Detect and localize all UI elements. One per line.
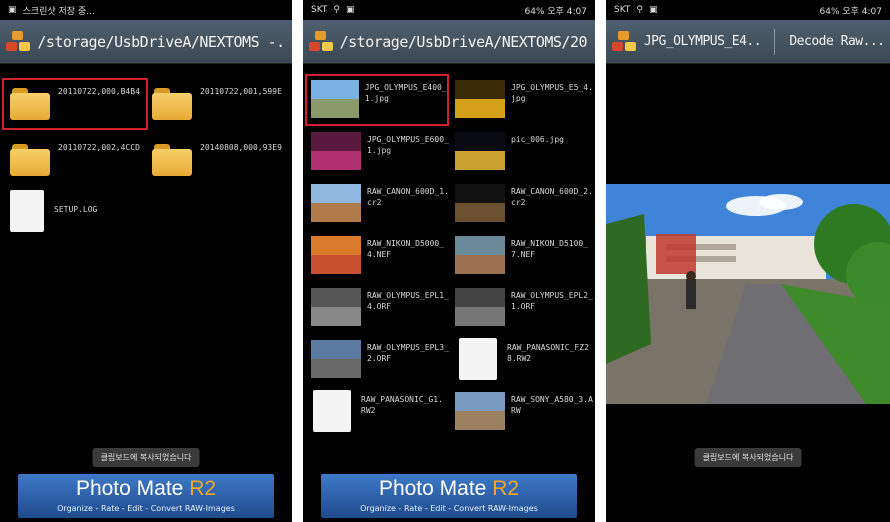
app-logo-icon[interactable] (6, 30, 30, 54)
app-bar: /storage/UsbDriveA/NEXTOMS/20.. (303, 20, 595, 64)
phone-screen-folders: ▣ 스크린샷 저장 중... /storage/UsbDriveA/NEXTOM… (0, 0, 292, 522)
grid-item-image[interactable]: RAW_OLYMPUS_EPL1_4.ORF (307, 284, 453, 332)
grid-item-folder[interactable]: 20110722,002,4CCD (4, 136, 150, 184)
image-thumbnail (455, 132, 505, 170)
status-right: 64% 오후 4:07 (819, 6, 883, 17)
document-icon (459, 338, 497, 380)
grid-item-image[interactable]: RAW_CANON_600D_2.cr2 (451, 180, 595, 228)
phone-screen-images: SKT ⚲ ▣ 64% 오후 4:07 /storage/UsbDriveA/N… (303, 0, 595, 522)
item-label: 20140808,000,93E9 (200, 143, 282, 152)
grid-item-image[interactable]: pic_006.jpg (451, 128, 595, 176)
ad-banner[interactable]: Photo Mate R2 Organize - Rate - Edit - C… (18, 474, 274, 518)
phone-screen-viewer: SKT ⚲ ▣ 64% 오후 4:07 JPG_OLYMPUS_E4.. Dec… (606, 0, 890, 522)
clipboard-toast: 클립보드에 복사되었습니다 (694, 448, 802, 467)
item-label: RAW_CANON_600D_1.cr2 (367, 187, 449, 207)
item-label: RAW_CANON_600D_2.cr2 (511, 187, 593, 207)
item-label: pic_006.jpg (511, 135, 564, 144)
item-label: RAW_OLYMPUS_EPL2_1.ORF (511, 291, 593, 311)
item-label: RAW_OLYMPUS_EPL1_4.ORF (367, 291, 449, 311)
banner-r2: R2 (189, 477, 217, 500)
grid-item-folder[interactable]: 20110722,000,B4B4 (2, 78, 148, 130)
grid-item-image[interactable]: RAW_SONY_A580_3.ARW (451, 388, 595, 436)
grid-item-image[interactable]: RAW_CANON_600D_1.cr2 (307, 180, 453, 228)
banner-subtitle: Organize - Rate - Edit - Convert RAW-Ima… (57, 504, 235, 513)
item-label: JPG_OLYMPUS_E5_4.jpg (511, 83, 593, 103)
grid-item-image[interactable]: RAW_NIKON_D5000_4.NEF (307, 232, 453, 280)
item-label: RAW_NIKON_D5100_7.NEF (511, 239, 589, 259)
image-thumbnail (311, 288, 361, 326)
carrier-label: SKT (614, 5, 631, 15)
app-bar: JPG_OLYMPUS_E4.. Decode Raw... (606, 20, 890, 64)
status-bar: SKT ⚲ ▣ 64% 오후 4:07 (303, 0, 595, 20)
banner-title: Photo Mate (378, 477, 487, 500)
banner-subtitle: Organize - Rate - Edit - Convert RAW-Ima… (360, 504, 538, 513)
folder-icon (152, 88, 192, 120)
image-thumbnail (311, 184, 361, 222)
image-thumbnail (455, 80, 505, 118)
document-icon (313, 390, 351, 432)
photo-view[interactable] (606, 184, 890, 404)
grid-item-file[interactable]: RAW_PANASONIC_FZ28.RW2 (451, 336, 595, 384)
grid-item-image[interactable]: JPG_OLYMPUS_E600_1.jpg (307, 128, 453, 176)
decode-raw-button[interactable]: Decode Raw... (789, 34, 884, 49)
item-label: 20110722,002,4CCD (58, 143, 140, 152)
status-text: 스크린샷 저장 중... (22, 6, 95, 17)
grid-item-folder[interactable]: 20140808,000,93E9 (146, 136, 292, 184)
usb-icon: ⚲ (636, 5, 644, 15)
usb-icon: ⚲ (333, 5, 341, 15)
clipboard-toast: 클립보드에 복사되었습니다 (92, 448, 200, 467)
image-thumbnail (311, 340, 361, 378)
item-label: SETUP.LOG (54, 205, 98, 214)
item-label: 20110722,000,B4B4 (58, 87, 140, 96)
item-label: RAW_PANASONIC_FZ28.RW2 (507, 343, 589, 363)
divider (774, 28, 776, 55)
grid-item-folder[interactable]: 20110722,001,599E (146, 80, 292, 128)
app-bar: /storage/UsbDriveA/NEXTOMS -.. (0, 20, 292, 64)
carrier-label: SKT (311, 5, 328, 15)
grid-item-image[interactable]: RAW_NIKON_D5100_7.NEF (451, 232, 595, 280)
banner-r2: R2 (492, 477, 520, 500)
image-title: JPG_OLYMPUS_E4.. (643, 34, 761, 49)
grid-item-file[interactable]: RAW_PANASONIC_G1.RW2 (307, 388, 453, 436)
ad-banner[interactable]: Photo Mate R2 Organize - Rate - Edit - C… (321, 474, 577, 518)
grid-item-image[interactable]: RAW_OLYMPUS_EPL2_1.ORF (451, 284, 595, 332)
folder-icon (152, 144, 192, 176)
screenshot-icon: ▣ (8, 5, 17, 15)
photo-image (606, 184, 890, 404)
status-right: 64% 오후 4:07 (524, 6, 588, 17)
grid-item-image[interactable]: JPG_OLYMPUS_E400_1.jpg (305, 74, 449, 126)
item-label: JPG_OLYMPUS_E600_1.jpg (367, 135, 449, 155)
picture-icon: ▣ (346, 5, 355, 15)
item-label: 20110722,001,599E (200, 87, 282, 96)
folder-icon (10, 144, 50, 176)
grid-item-file[interactable]: SETUP.LOG (0, 188, 146, 236)
item-label: RAW_PANASONIC_G1.RW2 (361, 395, 443, 415)
status-bar: SKT ⚲ ▣ 64% 오후 4:07 (606, 0, 890, 20)
app-logo-icon[interactable] (309, 30, 333, 54)
app-logo-icon[interactable] (612, 30, 636, 54)
folder-path: /storage/UsbDriveA/NEXTOMS -.. (37, 32, 286, 51)
banner-title: Photo Mate (75, 477, 184, 500)
image-thumbnail (455, 236, 505, 274)
image-thumbnail (311, 132, 361, 170)
image-thumbnail (455, 288, 505, 326)
item-label: RAW_OLYMPUS_EPL3_2.ORF (367, 343, 449, 363)
document-icon (10, 190, 44, 232)
folder-icon (10, 88, 50, 120)
item-label: RAW_NIKON_D5000_4.NEF (367, 239, 445, 259)
image-thumbnail (455, 392, 505, 430)
folder-path: /storage/UsbDriveA/NEXTOMS/20.. (339, 32, 589, 51)
item-label: RAW_SONY_A580_3.ARW (511, 395, 593, 415)
status-bar: ▣ 스크린샷 저장 중... (0, 0, 292, 20)
grid-item-image[interactable]: JPG_OLYMPUS_E5_4.jpg (451, 76, 595, 124)
grid-item-image[interactable]: RAW_OLYMPUS_EPL3_2.ORF (307, 336, 453, 384)
item-label: JPG_OLYMPUS_E400_1.jpg (364, 83, 447, 103)
picture-icon: ▣ (649, 5, 658, 15)
image-thumbnail (311, 236, 361, 274)
image-thumbnail (455, 184, 505, 222)
image-thumbnail (311, 80, 359, 118)
